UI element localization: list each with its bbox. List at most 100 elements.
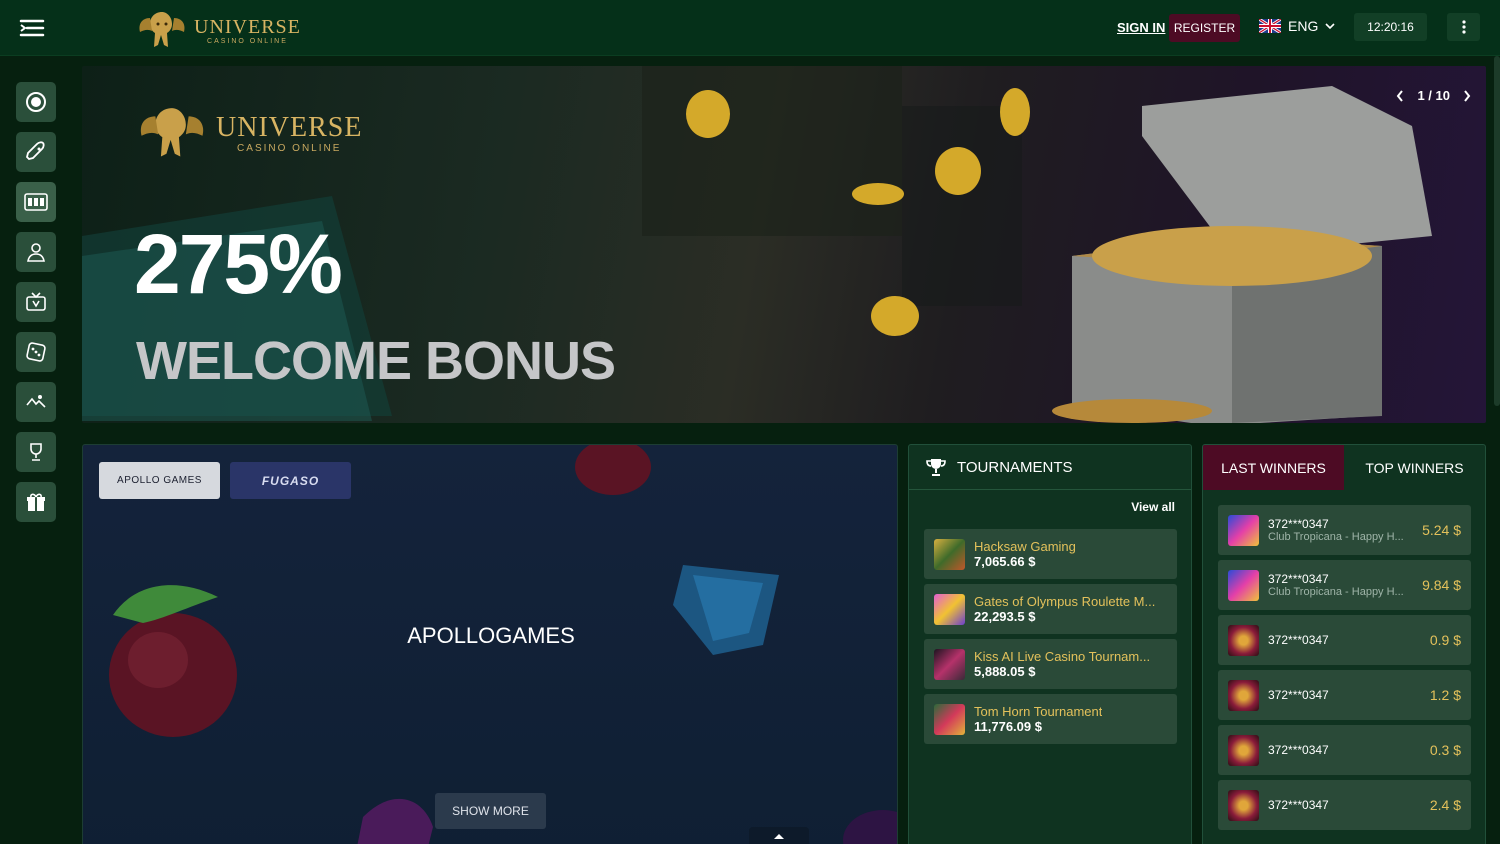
- tournament-item[interactable]: Kiss AI Live Casino Tournam... 5,888.05 …: [924, 639, 1177, 689]
- banner-pager: 1 / 10: [1393, 88, 1474, 103]
- tournament-prize: 5,888.05 $: [974, 664, 1036, 679]
- tournament-thumbnail: [934, 703, 965, 735]
- tournaments-panel: TOURNAMENTS View all Hacksaw Gaming 7,06…: [908, 444, 1192, 844]
- winner-username: 372***0347: [1268, 572, 1329, 586]
- tournament-name: Hacksaw Gaming: [974, 539, 1076, 554]
- winner-game-name: Club Tropicana - Happy H...: [1268, 531, 1404, 543]
- tournament-item[interactable]: Gates of Olympus Roulette M... 22,293.5 …: [924, 584, 1177, 634]
- winner-amount: 9.84 $: [1422, 577, 1461, 593]
- winner-row[interactable]: 372***0347 Club Tropicana - Happy H... 5…: [1218, 505, 1471, 555]
- provider-showcase: APOLLO GAMES FUGASO APOLLOGAMES SHOW MOR…: [82, 444, 898, 844]
- sidebar-item-slots[interactable]: [16, 182, 56, 222]
- trophy-icon: [30, 443, 42, 461]
- site-logo[interactable]: UNIVERSE CASINO ONLINE: [136, 8, 301, 52]
- virtual-sports-icon: [26, 395, 46, 408]
- winner-game-thumbnail: [1228, 679, 1259, 711]
- tournament-thumbnail: [934, 593, 965, 625]
- winners-panel: LAST WINNERS TOP WINNERS 372***0347 Club…: [1202, 444, 1486, 844]
- tournament-item[interactable]: Tom Horn Tournament 11,776.09 $: [924, 694, 1177, 744]
- show-more-button[interactable]: SHOW MORE: [435, 793, 546, 829]
- left-sidebar: [16, 82, 56, 532]
- winner-username: 372***0347: [1268, 517, 1329, 531]
- scroll-up-button[interactable]: [749, 827, 809, 844]
- winner-game-thumbnail: [1228, 789, 1259, 821]
- winner-amount: 1.2 $: [1429, 687, 1461, 703]
- banner-next-button[interactable]: [1460, 89, 1474, 103]
- kebab-menu-icon: [1461, 20, 1466, 34]
- winner-amount: 5.24 $: [1422, 522, 1461, 538]
- sign-in-link[interactable]: SIGN IN: [1117, 20, 1165, 35]
- banner-logo: UNIVERSE CASINO ONLINE: [136, 102, 362, 164]
- uk-flag-icon: [1259, 19, 1281, 33]
- gift-icon: [27, 493, 45, 511]
- chevron-right-icon: [1464, 89, 1471, 102]
- provider-tab-fugaso[interactable]: FUGASO: [230, 462, 351, 499]
- winner-game-thumbnail: [1228, 624, 1259, 656]
- logo-subtitle: CASINO ONLINE: [207, 37, 288, 45]
- bonus-label: WELCOME BONUS: [136, 331, 616, 391]
- winner-row[interactable]: 372***0347 1.2 $: [1218, 670, 1471, 720]
- winner-amount: 0.3 $: [1429, 742, 1461, 758]
- sidebar-item-roulette[interactable]: [16, 82, 56, 122]
- winner-row[interactable]: 372***0347 0.9 $: [1218, 615, 1471, 665]
- logo-title: UNIVERSE: [194, 15, 301, 38]
- page-scrollbar[interactable]: [1494, 56, 1500, 406]
- chevron-up-icon: [774, 834, 784, 839]
- tournament-thumbnail: [934, 538, 965, 570]
- winners-list: 372***0347 Club Tropicana - Happy H... 5…: [1218, 505, 1471, 835]
- view-all-link[interactable]: View all: [1131, 500, 1175, 514]
- sidebar-item-dice[interactable]: [16, 332, 56, 372]
- winner-row[interactable]: 372***0347 0.3 $: [1218, 725, 1471, 775]
- rocket-icon: [26, 141, 45, 160]
- winners-tabs: LAST WINNERS TOP WINNERS: [1203, 445, 1485, 490]
- banner-page-counter: 1 / 10: [1417, 88, 1450, 103]
- menu-toggle-icon[interactable]: [18, 16, 46, 40]
- register-button[interactable]: REGISTER: [1169, 14, 1240, 42]
- sidebar-item-tv-games[interactable]: [16, 282, 56, 322]
- tournament-name: Kiss AI Live Casino Tournam...: [974, 649, 1151, 664]
- tournament-prize: 7,065.66 $: [974, 554, 1036, 569]
- tournament-prize: 11,776.09 $: [974, 719, 1042, 734]
- clock-display: 12:20:16: [1354, 13, 1427, 41]
- tournament-item[interactable]: Hacksaw Gaming 7,065.66 $: [924, 529, 1177, 579]
- sidebar-item-live-casino[interactable]: [16, 232, 56, 272]
- tournaments-header: TOURNAMENTS: [909, 445, 1191, 490]
- chevron-left-icon: [1397, 89, 1404, 102]
- winner-row[interactable]: 372***0347 2.4 $: [1218, 780, 1471, 830]
- top-header: UNIVERSE CASINO ONLINE SIGN IN REGISTER …: [0, 0, 1500, 56]
- winner-username: 372***0347: [1268, 633, 1329, 647]
- tournament-prize: 22,293.5 $: [974, 609, 1036, 624]
- elephant-logo-icon: [139, 12, 185, 47]
- sidebar-item-tournaments[interactable]: [16, 432, 56, 472]
- more-options-button[interactable]: [1447, 13, 1480, 41]
- dice-icon: [26, 342, 46, 362]
- tournaments-title: TOURNAMENTS: [957, 458, 1073, 476]
- sidebar-item-promotions[interactable]: [16, 482, 56, 522]
- elephant-logo-icon: [140, 108, 204, 157]
- sidebar-item-crash[interactable]: [16, 132, 56, 172]
- banner-prev-button[interactable]: [1393, 89, 1407, 103]
- slots-icon: [24, 193, 48, 211]
- live-dealer-icon: [27, 243, 45, 262]
- winner-username: 372***0347: [1268, 798, 1329, 812]
- tab-last-winners[interactable]: LAST WINNERS: [1203, 445, 1344, 490]
- winner-row[interactable]: 372***0347 Club Tropicana - Happy H... 9…: [1218, 560, 1471, 610]
- trophy-icon: [926, 459, 946, 476]
- winner-game-thumbnail: [1228, 569, 1259, 601]
- provider-tab-apollo[interactable]: APOLLO GAMES: [99, 462, 220, 499]
- language-selector[interactable]: ENG: [1259, 18, 1335, 34]
- provider-title: APOLLOGAMES: [407, 623, 575, 648]
- winner-game-thumbnail: [1228, 514, 1259, 546]
- chevron-down-icon: [1325, 23, 1335, 30]
- winner-username: 372***0347: [1268, 688, 1329, 702]
- tournament-list: Hacksaw Gaming 7,065.66 $ Gates of Olymp…: [924, 529, 1177, 749]
- banner-logo-subtitle: CASINO ONLINE: [237, 142, 342, 154]
- roulette-icon: [26, 92, 46, 112]
- language-label: ENG: [1288, 18, 1319, 34]
- sidebar-item-virtual-sports[interactable]: [16, 382, 56, 422]
- winner-game-thumbnail: [1228, 734, 1259, 766]
- bonus-percentage: 275%: [134, 217, 343, 311]
- banner-logo-title: UNIVERSE: [216, 111, 363, 143]
- tab-top-winners[interactable]: TOP WINNERS: [1344, 445, 1485, 490]
- promo-banner[interactable]: UNIVERSE CASINO ONLINE 275% WELCOME BONU…: [82, 66, 1486, 423]
